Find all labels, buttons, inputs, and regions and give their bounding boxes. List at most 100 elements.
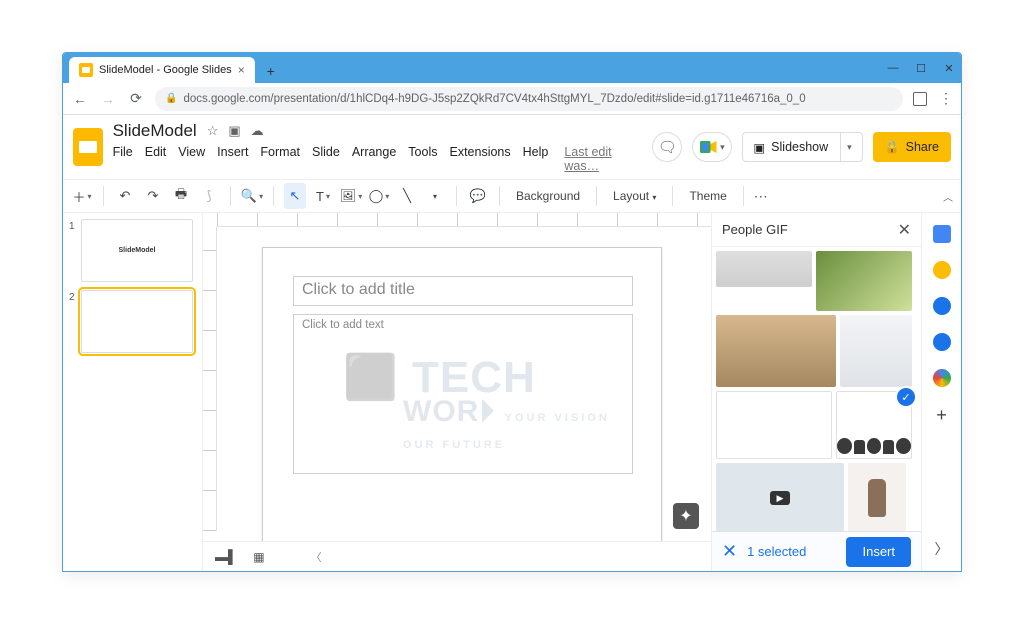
menu-tools[interactable]: Tools [408, 145, 437, 173]
slide-stage[interactable]: Click to add title Click to add text ⬛ T… [203, 227, 711, 541]
url-field[interactable]: 🔒 docs.google.com/presentation/d/1hlCDq4… [155, 87, 903, 111]
menu-help[interactable]: Help [523, 145, 549, 173]
clear-selection-icon[interactable]: ✕ [722, 541, 737, 562]
share-label: Share [906, 140, 939, 154]
companion-toggle-icon[interactable]: 〉 [935, 539, 949, 559]
url-text: docs.google.com/presentation/d/1hlCDq4-h… [183, 93, 805, 105]
toolbar-collapse-icon[interactable]: ︿ [943, 189, 953, 204]
browser-window: SlideModel - Google Slides × + — ☐ ✕ ← →… [62, 52, 962, 572]
slideshow-button[interactable]: ▣ Slideshow ▾ [742, 132, 862, 162]
toolbar-more-icon[interactable]: ⋯ [754, 188, 769, 205]
search-result[interactable] [840, 315, 912, 387]
filmstrip: 1 SlideModel 2 [63, 213, 203, 571]
play-icon: ▣ [753, 140, 765, 155]
window-maximize-button[interactable]: ☐ [915, 62, 927, 74]
image-tool[interactable]: 🖼 [340, 183, 362, 209]
body-placeholder[interactable]: Click to add text [293, 314, 633, 474]
close-panel-icon[interactable]: ✕ [898, 220, 911, 240]
search-result[interactable] [848, 463, 906, 531]
search-result[interactable] [716, 251, 812, 287]
calendar-icon[interactable] [933, 225, 951, 243]
chevron-down-icon: ▾ [720, 142, 725, 153]
undo-button[interactable]: ↶ [114, 183, 136, 209]
search-results[interactable] [712, 247, 921, 531]
extensions-icon[interactable] [913, 92, 927, 106]
slides-logo-icon[interactable] [73, 128, 103, 166]
cloud-status-icon[interactable]: ☁ [251, 123, 264, 139]
slideshow-dropdown[interactable]: ▾ [840, 133, 852, 161]
tasks-icon[interactable] [933, 297, 951, 315]
print-button[interactable]: 🖶 [170, 183, 192, 209]
layout-button[interactable]: Layout ▾ [607, 189, 662, 203]
menu-extensions[interactable]: Extensions [449, 145, 510, 173]
slide-canvas[interactable]: Click to add title Click to add text ⬛ T… [262, 247, 662, 541]
explore-button[interactable]: ✦ [673, 503, 699, 529]
chrome-menu-icon[interactable]: ⋮ [939, 90, 953, 107]
search-result[interactable] [816, 251, 912, 311]
select-tool[interactable]: ↖ [284, 183, 306, 209]
maps-icon[interactable] [933, 369, 951, 387]
slide-number: 1 [69, 219, 77, 282]
nav-back-icon[interactable]: ← [71, 91, 89, 107]
menu-insert[interactable]: Insert [217, 145, 248, 173]
menu-format[interactable]: Format [260, 145, 300, 173]
filmstrip-view-icon[interactable]: ▬▌ [215, 549, 237, 564]
slides-app: SlideModel ☆ ▣ ☁ File Edit View Insert F… [63, 115, 961, 571]
shape-tool[interactable]: ◯ [368, 183, 390, 209]
zoom-button[interactable]: 🔍 [241, 183, 263, 209]
ruler-horizontal [217, 213, 711, 227]
insert-button[interactable]: Insert [846, 537, 911, 567]
keep-icon[interactable] [933, 261, 951, 279]
meet-button[interactable]: ▾ [692, 132, 732, 162]
paint-format-button[interactable]: ⟆ [198, 183, 220, 209]
share-button[interactable]: 🔒 Share [873, 132, 951, 162]
search-result[interactable] [716, 315, 836, 387]
search-result-selected[interactable] [836, 391, 912, 459]
textbox-tool[interactable]: T [312, 183, 334, 209]
new-slide-button[interactable]: ＋ [71, 183, 93, 209]
theme-button[interactable]: Theme [683, 189, 732, 203]
document-title[interactable]: SlideModel [113, 121, 197, 141]
search-result[interactable] [716, 391, 832, 459]
add-on-button[interactable]: + [936, 405, 947, 426]
line-menu[interactable]: ▾ [424, 183, 446, 209]
redo-button[interactable]: ↷ [142, 183, 164, 209]
browser-tab[interactable]: SlideModel - Google Slides × [69, 57, 255, 83]
search-panel-header: People GIF ✕ [712, 213, 921, 247]
slides-favicon-icon [79, 63, 93, 77]
search-result[interactable] [716, 463, 844, 531]
panel-collapse-icon[interactable]: 〈 [311, 549, 322, 565]
window-close-button[interactable]: ✕ [943, 62, 955, 74]
title-placeholder[interactable]: Click to add title [293, 276, 633, 306]
comment-tool[interactable]: 💬 [467, 183, 489, 209]
move-icon[interactable]: ▣ [228, 123, 240, 139]
window-minimize-button[interactable]: — [887, 62, 899, 74]
app-header: SlideModel ☆ ▣ ☁ File Edit View Insert F… [63, 115, 961, 173]
menu-view[interactable]: View [178, 145, 205, 173]
tab-strip: SlideModel - Google Slides × + [63, 53, 283, 83]
contacts-icon[interactable] [933, 333, 951, 351]
slide-number: 2 [69, 290, 77, 353]
comments-button[interactable]: 🗨 [652, 132, 682, 162]
menu-edit[interactable]: Edit [145, 145, 167, 173]
new-tab-button[interactable]: + [259, 59, 283, 83]
slideshow-label: Slideshow [771, 140, 828, 154]
search-query: People GIF [722, 222, 788, 237]
grid-view-icon[interactable]: ▦ [253, 550, 264, 564]
star-icon[interactable]: ☆ [207, 123, 219, 139]
background-button[interactable]: Background [510, 189, 586, 203]
nav-reload-icon[interactable]: ⟳ [127, 90, 145, 107]
insert-label: Insert [862, 544, 895, 559]
menu-arrange[interactable]: Arrange [352, 145, 396, 173]
menu-file[interactable]: File [113, 145, 133, 173]
slide-thumbnail-1[interactable]: SlideModel [81, 219, 193, 282]
line-tool[interactable]: ╲ [396, 183, 418, 209]
last-edit-link[interactable]: Last edit was… [564, 145, 642, 173]
bottom-bar: ▬▌ ▦ 〈 [203, 541, 711, 571]
nav-forward-icon[interactable]: → [99, 91, 117, 107]
slide-thumbnail-2[interactable] [81, 290, 193, 353]
search-panel: People GIF ✕ ✕ [711, 213, 921, 571]
menu-slide[interactable]: Slide [312, 145, 340, 173]
search-panel-footer: ✕ 1 selected Insert [712, 531, 921, 571]
tab-close-icon[interactable]: × [238, 63, 245, 77]
